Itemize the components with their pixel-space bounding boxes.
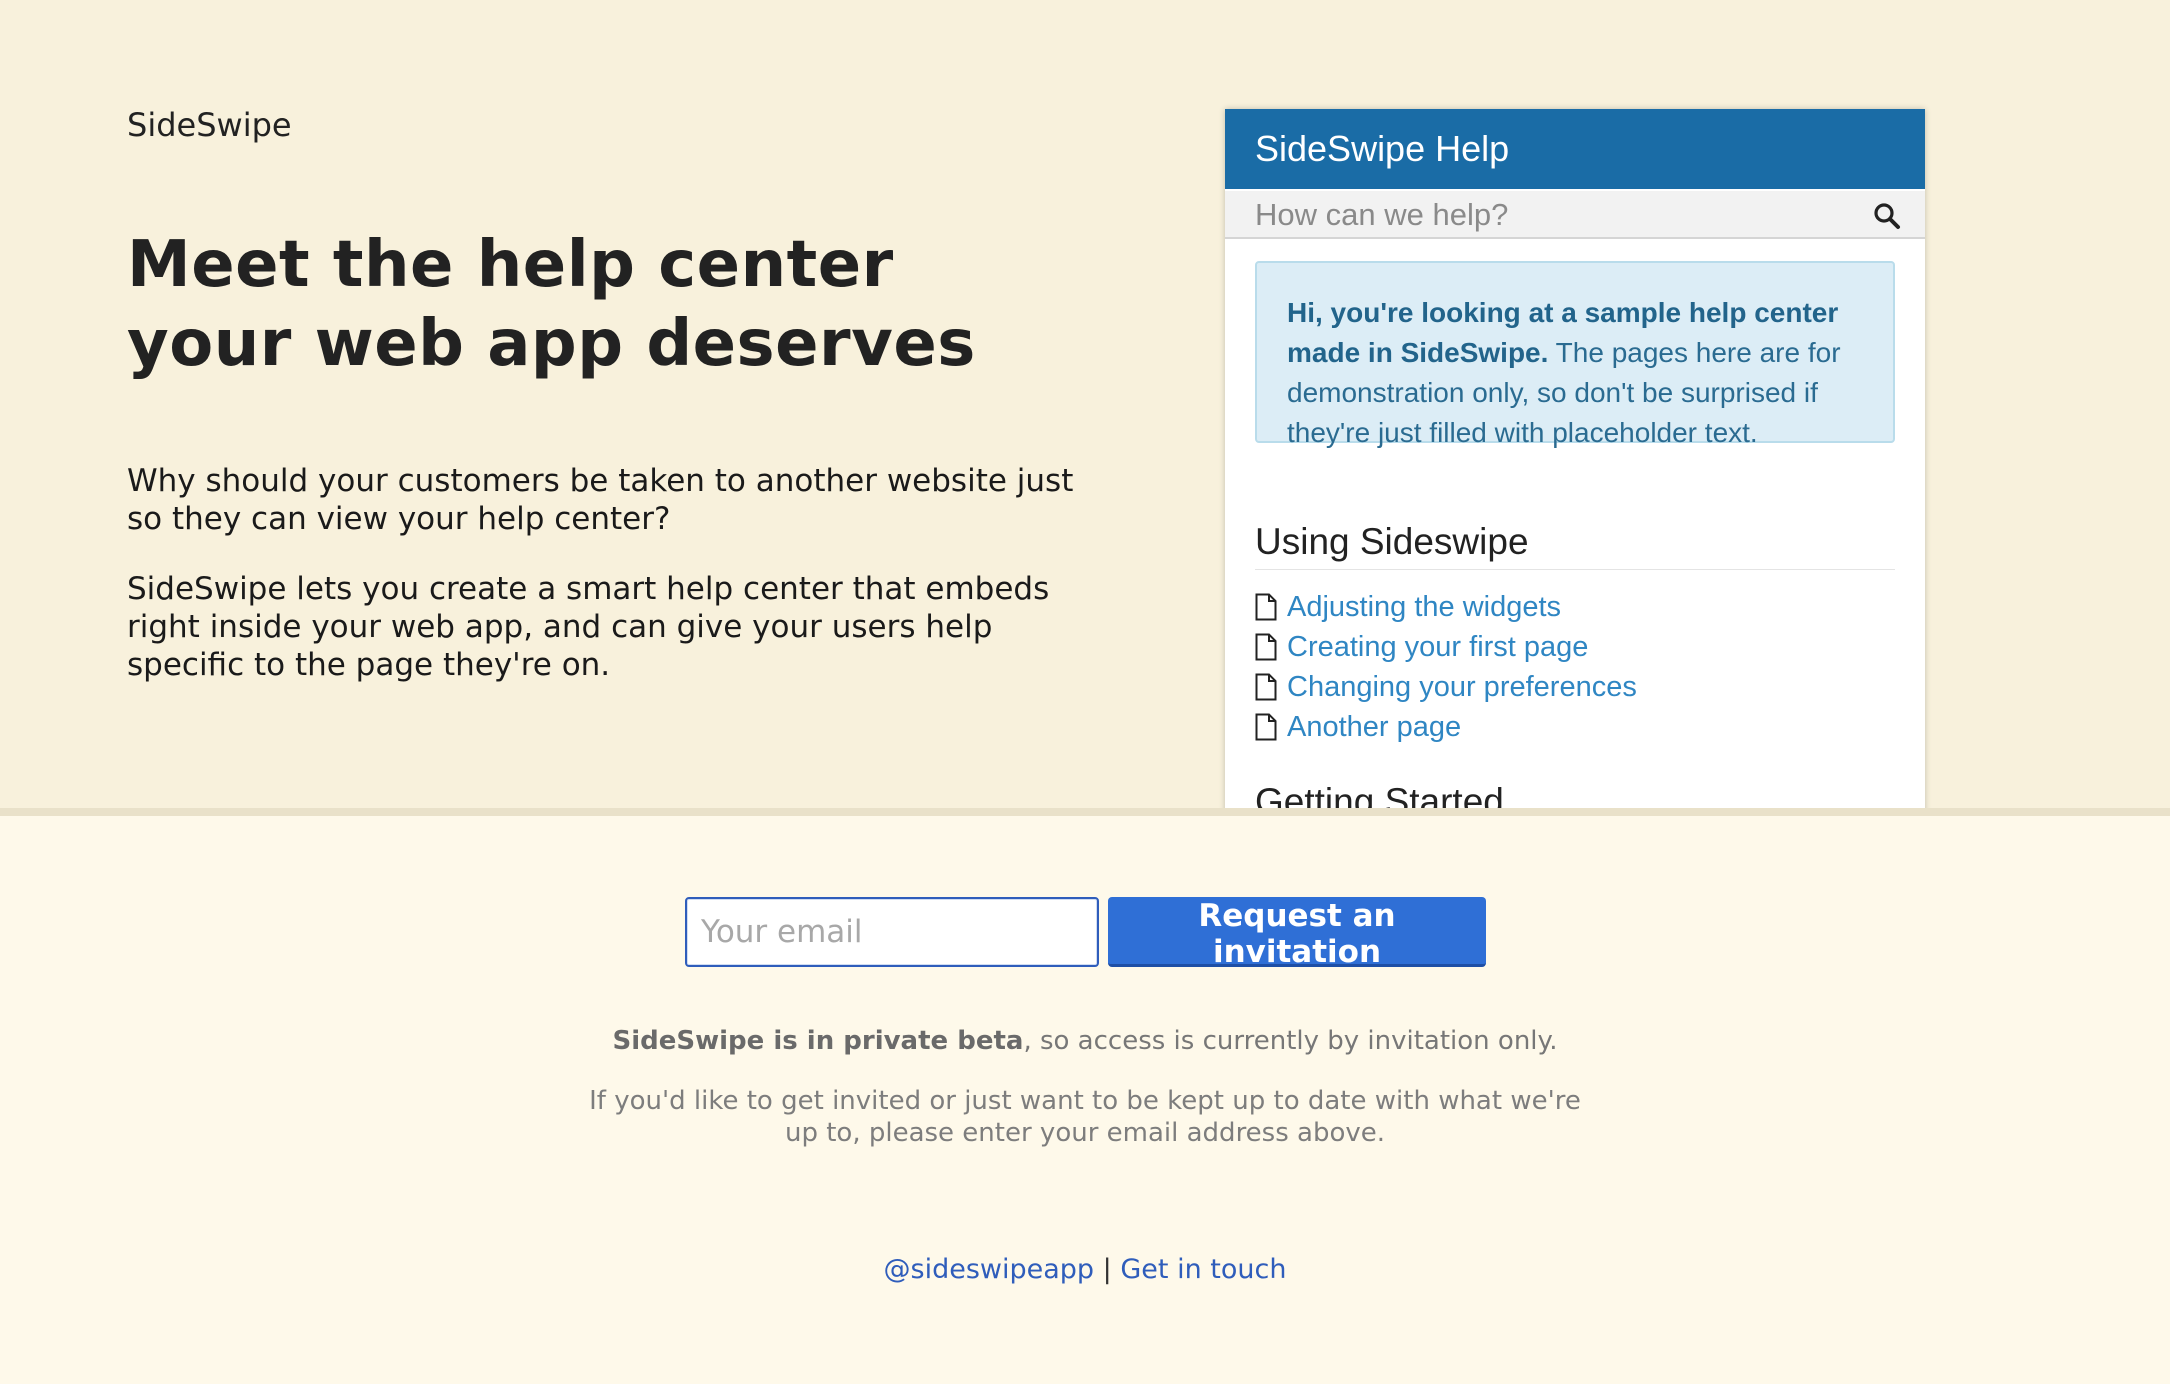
list-item: Adjusting the widgets	[1255, 587, 1637, 627]
beta-text: , so access is currently by invitation o…	[1023, 1026, 1558, 1056]
request-invitation-button[interactable]: Request an invitation	[1108, 897, 1486, 970]
widget-search-input[interactable]	[1255, 195, 1835, 235]
help-widget-preview: SideSwipe Help Hi, you're looking at a s…	[1225, 109, 1925, 816]
list-item: Changing your preferences	[1255, 667, 1637, 707]
search-icon[interactable]	[1873, 202, 1901, 230]
page-list: Adjusting the widgets Creating your firs…	[1255, 587, 1637, 747]
widget-title: SideSwipe Help	[1225, 109, 1925, 189]
section-title-getting-started: Getting Started	[1255, 781, 1504, 816]
page-link-adjusting-widgets[interactable]: Adjusting the widgets	[1287, 591, 1561, 624]
footer-separator: |	[1102, 1254, 1112, 1285]
intro-paragraph: Why should your customers be taken to an…	[127, 463, 1074, 537]
section-title-using-sideswipe: Using Sideswipe	[1255, 521, 1895, 570]
sample-notice: Hi, you're looking at a sample help cent…	[1255, 261, 1895, 448]
brand-logo-text: SideSwipe	[127, 106, 292, 144]
description-paragraph: SideSwipe lets you create a smart help c…	[127, 571, 1050, 683]
email-field[interactable]	[685, 897, 1099, 967]
beta-bold-text: SideSwipe is in private beta	[612, 1026, 1024, 1056]
page-link-another-page[interactable]: Another page	[1287, 711, 1461, 744]
document-icon	[1255, 713, 1277, 741]
list-item: Another page	[1255, 707, 1637, 747]
hero-section: SideSwipe Meet the help center your web …	[0, 0, 2170, 816]
page-link-changing-preferences[interactable]: Changing your preferences	[1287, 671, 1637, 704]
page-headline: Meet the help center your web app deserv…	[127, 228, 976, 381]
document-icon	[1255, 673, 1277, 701]
footer: @sideswipeapp | Get in touch	[0, 1254, 2170, 1285]
invitation-form: Request an invitation	[685, 897, 1486, 970]
document-icon	[1255, 593, 1277, 621]
widget-search-bar	[1225, 189, 1925, 239]
beta-notice: SideSwipe is in private beta, so access …	[0, 1026, 2170, 1056]
list-item: Creating your first page	[1255, 627, 1637, 667]
invite-explanation: If you'd like to get invited or just wan…	[589, 1086, 1581, 1148]
page-link-creating-first-page[interactable]: Creating your first page	[1287, 631, 1588, 664]
document-icon	[1255, 633, 1277, 661]
contact-link[interactable]: Get in touch	[1120, 1254, 1286, 1285]
twitter-link[interactable]: @sideswipeapp	[884, 1254, 1095, 1285]
